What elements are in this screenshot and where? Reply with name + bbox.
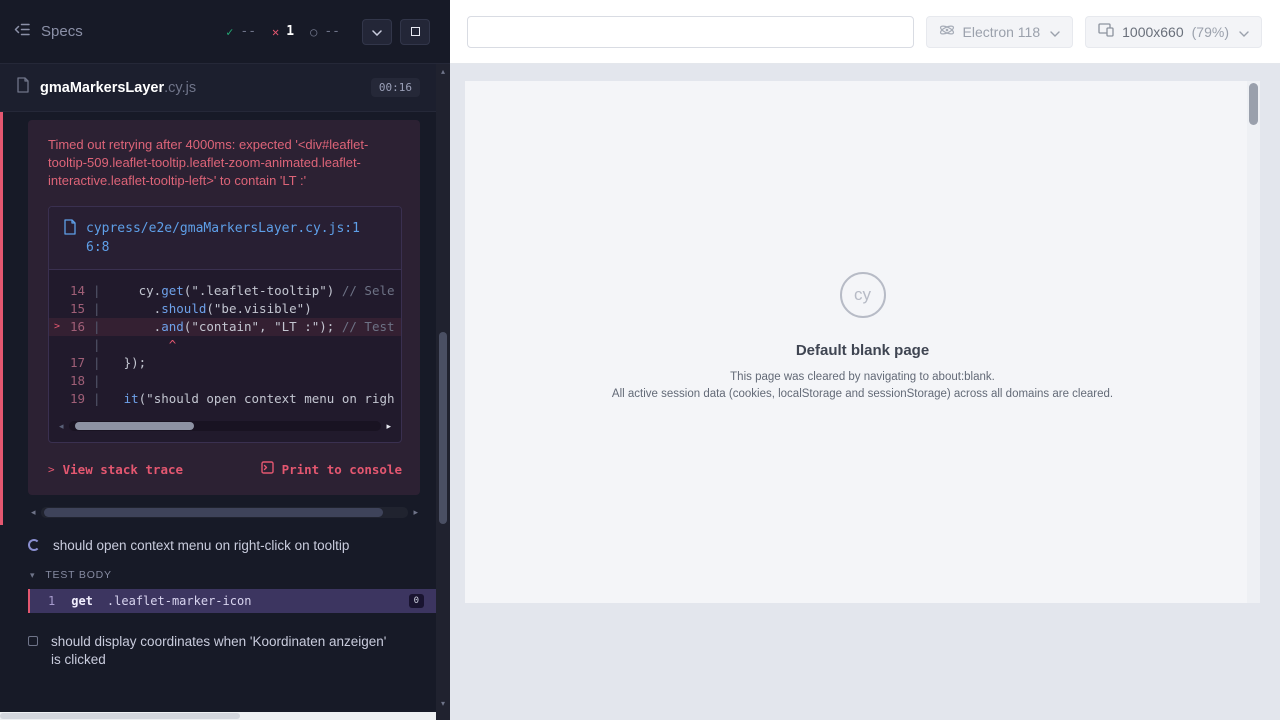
spec-file-name: gmaMarkersLayer.cy.js: [40, 80, 196, 96]
chevron-down-icon: [1239, 24, 1249, 40]
pending-square-icon: [28, 636, 38, 646]
test-body-label: TEST BODY: [45, 569, 112, 581]
spec-header: gmaMarkersLayer.cy.js 00:16: [0, 64, 436, 112]
chevron-down-icon: [372, 24, 382, 39]
error-message: Timed out retrying after 4000ms: expecte…: [48, 136, 380, 190]
failed-stat: ✕1: [272, 24, 294, 39]
specs-list-icon: [14, 21, 31, 42]
cypress-app: Specs ✓-- ✕1 ○--: [0, 0, 1280, 720]
code-line: 15| .should("be.visible"): [49, 300, 401, 318]
passed-stat: ✓--: [226, 24, 256, 39]
scroll-right-icon[interactable]: ▸: [413, 508, 418, 517]
command-number: 1: [48, 594, 55, 608]
url-input[interactable]: [467, 16, 914, 48]
code-line: 19| it("should open context menu on righ: [49, 390, 401, 408]
viewport-scale: (79%): [1192, 24, 1229, 40]
viewport-icon: [1098, 23, 1114, 40]
test-body-toggle[interactable]: ▾ TEST BODY: [0, 565, 436, 589]
browser-label: Electron 118: [963, 24, 1041, 40]
command-row[interactable]: 1 get .leaflet-marker-icon 0: [28, 589, 436, 613]
scroll-up-icon[interactable]: ▴: [441, 68, 445, 76]
test-item-pending[interactable]: should display coordinates when 'Koordin…: [0, 621, 436, 679]
bottom-hscroll-thumb[interactable]: [0, 713, 240, 719]
code-hscroll-thumb[interactable]: [75, 422, 194, 430]
code-line: 14| cy.get(".leaflet-tooltip") // Sele: [49, 282, 401, 300]
code-line: >16| .and("contain", "LT :"); // Test: [49, 318, 401, 336]
code-line: 18|: [49, 372, 401, 390]
viewport-button[interactable]: 1000x660 (79%): [1085, 16, 1262, 48]
file-icon: [16, 77, 30, 98]
aut-vscroll-thumb[interactable]: [1249, 83, 1258, 125]
reporter-hscrollbar[interactable]: ◂ ▸: [31, 505, 418, 519]
view-stack-trace-button[interactable]: > View stack trace: [48, 461, 183, 477]
error-actions: > View stack trace Print to console: [48, 461, 402, 477]
file-icon-blue: [63, 219, 77, 240]
test-title: should display coordinates when 'Koordin…: [51, 633, 396, 669]
console-icon: [261, 461, 274, 477]
code-frame-header: cypress/e2e/gmaMarkersLayer.cy.js:16:8: [49, 207, 401, 270]
error-panel: Timed out retrying after 4000ms: expecte…: [28, 120, 420, 495]
blank-page-content: cy Default blank page This page was clea…: [612, 272, 1113, 405]
spec-duration-badge: 00:16: [371, 78, 420, 97]
code-line: | ^: [49, 336, 401, 354]
failed-test-block: Timed out retrying after 4000ms: expecte…: [0, 112, 436, 525]
reporter-sidebar: Specs ✓-- ✕1 ○--: [0, 0, 450, 720]
aut-area: cy Default blank page This page was clea…: [450, 64, 1280, 720]
chevron-right-icon: >: [48, 463, 55, 476]
aut-blank-page: cy Default blank page This page was clea…: [465, 81, 1260, 603]
runner-toolbar: Electron 118 1000x660 (79%): [450, 0, 1280, 64]
blank-page-line1: This page was cleared by navigating to a…: [612, 371, 1113, 383]
reporter-hscroll-thumb[interactable]: [44, 508, 383, 517]
scroll-down-icon[interactable]: ▾: [441, 700, 445, 708]
specs-bar: Specs ✓-- ✕1 ○--: [0, 0, 450, 64]
test-item-running[interactable]: should open context menu on right-click …: [0, 525, 436, 565]
blank-page-title: Default blank page: [612, 342, 1113, 359]
code-frame-file-link[interactable]: cypress/e2e/gmaMarkersLayer.cy.js:16:8: [86, 219, 364, 257]
chevron-down-icon: [1050, 24, 1060, 40]
command-message: .leaflet-marker-icon: [107, 594, 409, 608]
scrollbar-corner: [436, 712, 450, 720]
check-icon: ✓: [226, 25, 233, 39]
test-stats: ✓-- ✕1 ○--: [226, 24, 340, 39]
code-frame-body: 14| cy.get(".leaflet-tooltip") // Sele15…: [49, 270, 401, 412]
electron-icon: [939, 22, 955, 41]
cypress-logo: cy: [840, 272, 886, 318]
print-to-console-button[interactable]: Print to console: [261, 461, 402, 477]
reporter-hscroll-track[interactable]: [41, 507, 409, 518]
reporter-vscrollbar[interactable]: ▴ ▾: [436, 64, 450, 712]
browser-select[interactable]: Electron 118: [926, 16, 1074, 48]
viewport-size: 1000x660: [1122, 24, 1184, 40]
test-title: should open context menu on right-click …: [53, 537, 349, 555]
pending-stat: ○--: [310, 24, 340, 39]
x-icon: ✕: [272, 25, 279, 39]
reporter-content: Timed out retrying after 4000ms: expecte…: [0, 112, 436, 679]
reporter-actions: [362, 19, 430, 45]
specs-toggle[interactable]: Specs: [14, 21, 83, 42]
specs-label: Specs: [41, 23, 83, 40]
circle-icon: ○: [310, 25, 317, 39]
code-line: 17| });: [49, 354, 401, 372]
running-spinner-icon: [28, 539, 40, 551]
scroll-right-icon[interactable]: ▸: [386, 422, 391, 431]
command-badge: 0: [409, 594, 424, 608]
reporter-vscroll-thumb[interactable]: [439, 332, 447, 524]
code-frame: cypress/e2e/gmaMarkersLayer.cy.js:16:8 1…: [48, 206, 402, 443]
chevron-down-icon: ▾: [30, 570, 35, 581]
collapse-button[interactable]: [362, 19, 392, 45]
scroll-left-icon[interactable]: ◂: [59, 422, 64, 431]
code-hscrollbar[interactable]: ◂ ▸: [59, 420, 391, 432]
code-hscroll-track[interactable]: [69, 421, 382, 431]
stop-button[interactable]: [400, 19, 430, 45]
command-method: get: [71, 594, 93, 608]
aut-vscrollbar[interactable]: [1247, 81, 1260, 603]
scroll-left-icon[interactable]: ◂: [31, 508, 36, 517]
runner-pane: Electron 118 1000x660 (79%): [450, 0, 1280, 720]
blank-page-line2: All active session data (cookies, localS…: [612, 388, 1113, 400]
stop-icon: [411, 27, 420, 36]
reporter-bottom-hscrollbar[interactable]: [0, 712, 436, 720]
